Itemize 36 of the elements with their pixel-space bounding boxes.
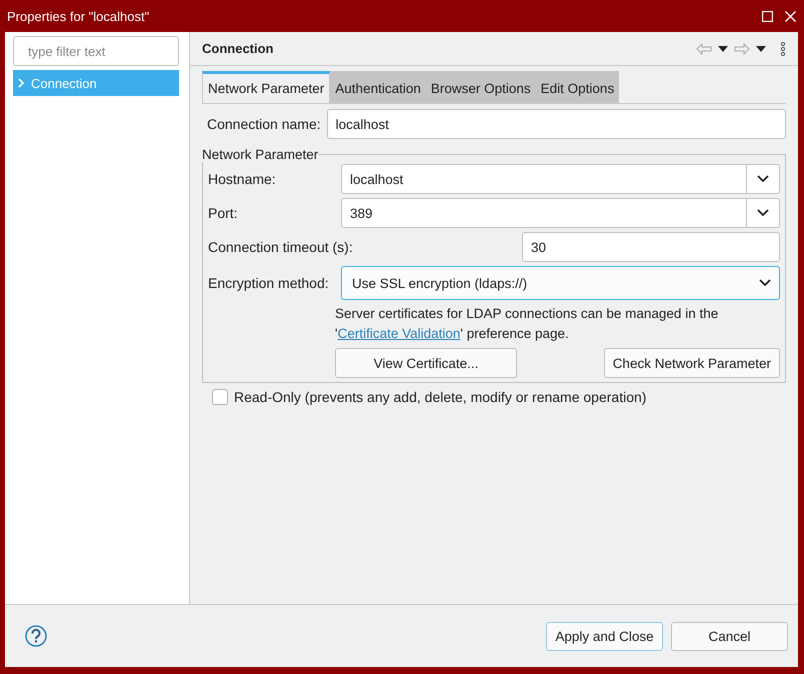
help-icon[interactable]: [25, 625, 47, 647]
checkbox-label: Read-Only (prevents any add, delete, modify or rename operation): [234, 389, 646, 405]
maximize-icon[interactable]: [762, 10, 773, 22]
close-icon[interactable]: [785, 10, 796, 22]
text-field[interactable]: 30: [522, 232, 780, 262]
chevron-down-icon: [757, 209, 769, 217]
tab[interactable]: Edit Options: [536, 71, 620, 103]
window-title: Properties for "localhost": [7, 8, 150, 24]
connection-name-label: Connection name:: [207, 116, 321, 132]
field-label: Port:: [208, 205, 239, 221]
group-title: Network Parameter: [202, 147, 318, 162]
checkbox[interactable]: [212, 389, 228, 405]
page-title: Connection: [202, 41, 274, 56]
more-icon[interactable]: [780, 42, 786, 56]
tab[interactable]: Browser Options: [426, 71, 536, 103]
dropdown-icon[interactable]: [718, 46, 728, 52]
info-text: Server certificates for LDAP connections can be managed in the 'Certificate Validation' preference page.: [335, 305, 720, 343]
tree-item-label: Connection: [31, 76, 97, 90]
tab[interactable]: Network Parameter: [202, 71, 330, 103]
field-label: Hostname:: [208, 171, 277, 187]
field-label: Encryption method:: [208, 275, 330, 291]
certificate-validation-link[interactable]: Certificate Validation: [338, 326, 460, 341]
dialog-button[interactable]: Cancel: [671, 622, 788, 650]
dialog-button[interactable]: Apply and Close: [546, 622, 663, 650]
field-label: Connection timeout (s):: [208, 239, 354, 255]
filter-field[interactable]: type filter text: [13, 36, 179, 66]
dropdown-icon[interactable]: [756, 46, 766, 52]
chevron-down-icon: [757, 175, 769, 183]
dialog-button[interactable]: View Certificate...: [335, 348, 517, 378]
dialog-button[interactable]: Check Network Parameter: [604, 348, 780, 378]
tab[interactable]: Authentication: [330, 71, 426, 103]
combo-field[interactable]: localhost: [341, 164, 780, 194]
connection-name-field[interactable]: localhost: [326, 109, 786, 139]
chevron-down-icon: [759, 279, 771, 287]
combo-field[interactable]: 389: [341, 198, 780, 228]
dropdown-field[interactable]: Use SSL encryption (ldaps://): [341, 266, 780, 300]
